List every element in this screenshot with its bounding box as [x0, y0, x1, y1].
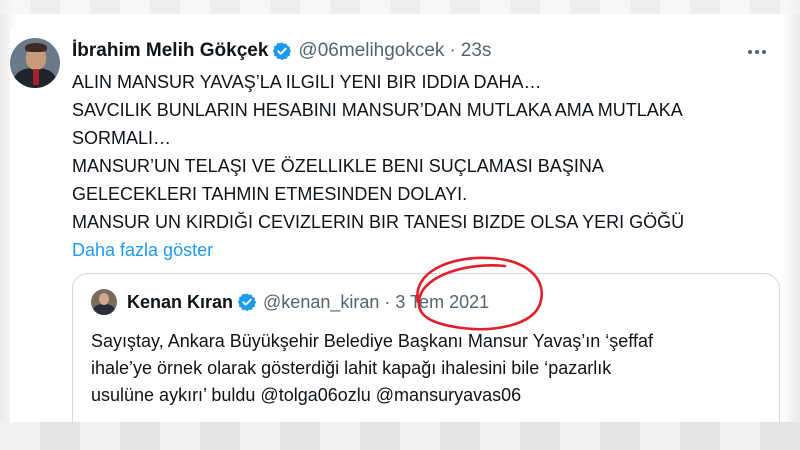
header-separator: ·	[449, 40, 456, 61]
tweet-text-line: GELECEKLERI TAHMIN ETMESINDEN DOLAYI.	[72, 184, 468, 204]
quoted-tweet-header: Kenan Kıran @kenan_kiran · 3 Tem 2021	[127, 291, 489, 313]
quoted-tweet[interactable]: Kenan Kıran @kenan_kiran · 3 Tem 2021 Sa…	[72, 273, 780, 443]
quoted-header-separator: ·	[384, 291, 391, 312]
quoted-tweet-text: Sayıştay, Ankara Büyükşehir Belediye Baş…	[91, 328, 771, 409]
more-options-icon[interactable]	[742, 40, 772, 64]
quoted-author-avatar[interactable]	[91, 289, 117, 315]
quoted-text-line: ihale’ye örnek olarak gösterdiği lahit k…	[91, 358, 612, 378]
quoted-author-handle[interactable]: @kenan_kiran	[263, 292, 379, 313]
verified-badge-icon	[237, 293, 257, 312]
tweet-text: ALIN MANSUR YAVAŞ’LA ILGILI YENI BIR IDD…	[72, 68, 752, 264]
verified-badge-icon	[273, 42, 292, 61]
author-handle[interactable]: @06melihgokcek	[298, 40, 444, 62]
tweet-text-line: SORMALI…	[72, 128, 172, 148]
quoted-text-line: Sayıştay, Ankara Büyükşehir Belediye Baş…	[91, 331, 653, 351]
quoted-author-name[interactable]: Kenan Kıran	[127, 292, 233, 313]
tweet-timestamp[interactable]: 23s	[461, 40, 492, 62]
author-avatar[interactable]	[10, 38, 60, 88]
tweet-text-line: SAVCILIK BUNLARIN HESABINI MANSUR’DAN MU…	[72, 100, 683, 120]
top-blur-strip	[0, 0, 800, 14]
bottom-blur-strip	[0, 422, 800, 450]
tweet-card[interactable]: İbrahim Melih Gökçek @06melihgokcek · 23…	[10, 28, 780, 443]
show-more-link[interactable]: Daha fazla göster	[72, 236, 752, 264]
tweet-text-line: ALIN MANSUR YAVAŞ’LA ILGILI YENI BIR IDD…	[72, 72, 542, 92]
author-name[interactable]: İbrahim Melih Gökçek	[72, 40, 268, 62]
tweet-header: İbrahim Melih Gökçek @06melihgokcek · 23…	[72, 40, 491, 62]
quoted-text-line: usulüne aykırı’ buldu @tolga06ozlu @mans…	[91, 385, 522, 405]
quoted-tweet-date[interactable]: 3 Tem 2021	[395, 292, 489, 313]
tweet-text-line: MANSUR’UN TELAŞI VE ÖZELLIKLE BENI SUÇLA…	[72, 156, 604, 176]
tweet-text-line: MANSUR UN KIRDIĞI CEVIZLERIN BIR TANESI …	[72, 212, 685, 232]
